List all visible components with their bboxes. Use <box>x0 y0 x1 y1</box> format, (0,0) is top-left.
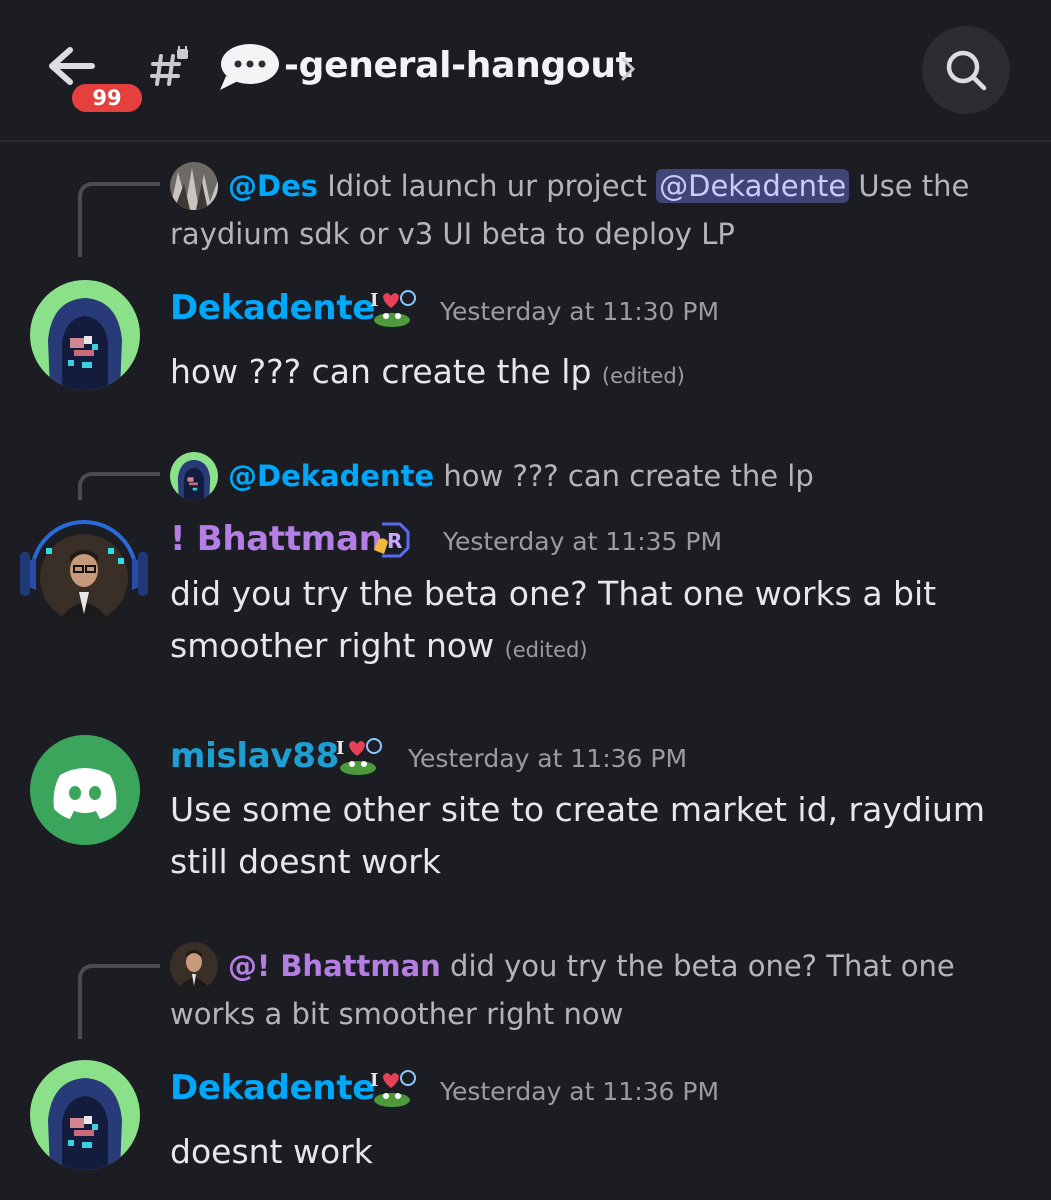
reply-text-before: Idiot launch ur project <box>327 169 647 203</box>
edited-label: (edited) <box>504 638 588 662</box>
role-icon: I <box>370 290 416 327</box>
channel-header: 99 -general-hangout <box>0 0 1051 142</box>
svg-text:I: I <box>336 738 344 759</box>
avatar[interactable] <box>30 735 140 845</box>
role-icon: I <box>336 738 382 775</box>
message-text: Use some other site to create market id,… <box>170 790 986 881</box>
timestamp: Yesterday at 11:35 PM <box>443 527 723 556</box>
message-body[interactable]: doesnt work <box>170 1126 1030 1178</box>
raydium-role-icon: R <box>374 522 410 558</box>
avatar[interactable] <box>30 280 140 390</box>
reply-author[interactable]: @! Bhattman <box>228 949 441 983</box>
svg-text:I: I <box>370 1070 378 1091</box>
reply-connector <box>78 182 160 257</box>
search-button[interactable] <box>922 26 1010 114</box>
chat-screen: 99 -general-hangout @Des Idiot launch ur… <box>0 0 1051 1200</box>
reply-preview[interactable]: @Des Idiot launch ur project @Dekadente … <box>170 162 1020 258</box>
timestamp: Yesterday at 11:36 PM <box>440 1077 720 1106</box>
unread-badge: 99 <box>68 80 146 116</box>
edited-label: (edited) <box>601 364 685 388</box>
message-text: doesnt work <box>170 1132 373 1171</box>
chevron-right-icon[interactable] <box>620 56 636 82</box>
reply-connector <box>78 964 160 1039</box>
search-icon <box>946 50 987 91</box>
reply-author[interactable]: @Des <box>228 169 318 203</box>
reply-preview[interactable]: @! Bhattman did you try the beta one? Th… <box>170 942 1020 1038</box>
svg-text:R: R <box>387 529 402 553</box>
timestamp: Yesterday at 11:36 PM <box>408 744 688 773</box>
avatar[interactable] <box>30 1060 140 1170</box>
svg-text:I: I <box>370 290 378 311</box>
username[interactable]: Dekadente <box>170 288 375 328</box>
timestamp: Yesterday at 11:30 PM <box>440 297 720 326</box>
role-icon: I <box>370 1070 416 1107</box>
channel-title[interactable]: -general-hangout <box>284 42 633 90</box>
user-mention[interactable]: @Dekadente <box>656 169 850 203</box>
reply-author[interactable]: @Dekadente <box>228 459 434 493</box>
username[interactable]: ! Bhattman <box>170 519 383 559</box>
message-text: how ??? can create the lp <box>170 352 592 391</box>
message-body[interactable]: how ??? can create the lp (edited) <box>170 346 1030 402</box>
message-body[interactable]: did you try the beta one? That one works… <box>170 568 1030 676</box>
reply-connector <box>78 472 160 500</box>
speech-bubble-icon <box>220 44 279 90</box>
avatar[interactable] <box>18 512 150 632</box>
reply-text: how ??? can create the lp <box>443 459 814 493</box>
username[interactable]: Dekadente <box>170 1068 375 1108</box>
locked-hash-icon <box>150 46 188 86</box>
username[interactable]: mislav88 <box>170 736 339 776</box>
message-body[interactable]: Use some other site to create market id,… <box>170 784 1030 888</box>
reply-preview[interactable]: @Dekadente how ??? can create the lp <box>170 452 1020 500</box>
